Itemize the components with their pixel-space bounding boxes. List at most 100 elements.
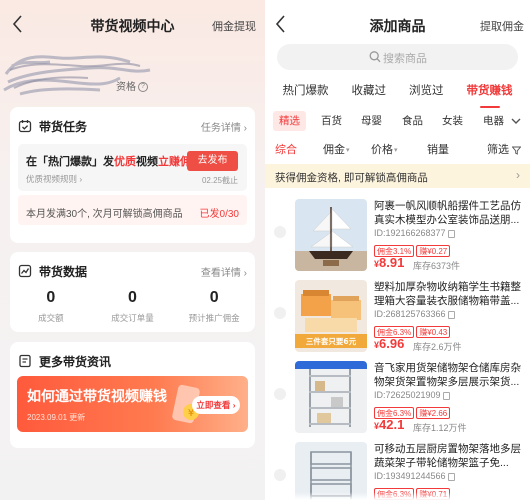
search-icon bbox=[369, 51, 381, 63]
howto-banner[interactable]: ¥ 如何通过带货视频赚钱 2023.09.01 更新 立即查看 › bbox=[17, 376, 248, 432]
product-item[interactable]: 三件套只要6元 塑料加厚杂物收纳箱学生书籍整理箱大容量装衣服储物箱带盖... I… bbox=[265, 274, 530, 354]
banner-date: 2023.09.01 更新 bbox=[27, 413, 86, 422]
stat-commission[interactable]: 0 预计推广佣金 bbox=[173, 288, 255, 328]
user-header: 资格? bbox=[0, 44, 265, 100]
copy-icon[interactable] bbox=[442, 391, 450, 400]
product-item[interactable]: 音飞家用货架储物架仓储库房杂物架货架置物架多层展示架货... ID:726250… bbox=[265, 355, 530, 435]
product-id: ID:72625021909 bbox=[374, 390, 450, 400]
task-deadline: 02.25截止 bbox=[201, 176, 238, 185]
product-id: ID:268125763366 bbox=[374, 309, 455, 319]
chevron-down-icon bbox=[511, 118, 521, 124]
copy-icon[interactable] bbox=[447, 229, 455, 238]
earn-tag: 赚¥0.43 bbox=[416, 326, 451, 338]
nav-bar: 添加商品 提取佣金 bbox=[265, 8, 530, 42]
product-source-tabs: 热门爆款 收藏过 浏览过 带货赚钱 bbox=[265, 80, 530, 108]
commission-tags: 佣金6.3% 赚¥2.66 bbox=[374, 403, 452, 419]
copy-icon[interactable] bbox=[447, 472, 455, 481]
category-selected[interactable]: 精选 bbox=[273, 111, 306, 131]
product-title: 音飞家用货架储物架仓储库房杂物架货架置物架多层展示架货... bbox=[374, 362, 521, 388]
document-icon bbox=[19, 354, 31, 368]
sales-data-card: 带货数据 查看详情 › 0 成交额 0 成交订单量 0 预计推广佣金 bbox=[10, 252, 255, 332]
stats-row: 0 成交额 0 成交订单量 0 预计推广佣金 bbox=[10, 288, 255, 328]
news-card-header: 更多带货资讯 bbox=[18, 352, 247, 370]
stat-gmv[interactable]: 0 成交额 bbox=[10, 288, 92, 328]
task-card-header: 带货任务 任务详情 › bbox=[18, 117, 247, 135]
product-item[interactable]: 阿裹一帆风顺帆船摆件工艺品仿真实木模型办公室装饰品送朋... ID:192166… bbox=[265, 193, 530, 273]
video-center-panel: 带货视频中心 佣金提现 资格? 带货任务 任务详情 › 在「热门爆款」发优质视频… bbox=[0, 0, 265, 500]
earn-tag: 赚¥2.66 bbox=[416, 407, 451, 419]
sort-sales[interactable]: 销量 bbox=[427, 141, 449, 157]
qualification-label[interactable]: 资格? bbox=[116, 78, 148, 93]
category-bar: 精选 百货 母婴 食品 女装 电器 bbox=[265, 109, 530, 133]
sort-price[interactable]: 价格▾ bbox=[371, 141, 398, 157]
category-baby[interactable]: 母婴 bbox=[361, 111, 382, 131]
sort-commission[interactable]: 佣金▾ bbox=[323, 141, 350, 157]
product-thumbnail-shelf bbox=[295, 361, 367, 433]
category-food[interactable]: 食品 bbox=[402, 111, 423, 131]
product-title: 塑料加厚杂物收纳箱学生书籍整理箱大容量装衣服储物箱带盖... bbox=[374, 281, 521, 307]
select-radio[interactable] bbox=[274, 226, 286, 238]
withdraw-commission-link[interactable]: 佣金提现 bbox=[212, 18, 256, 34]
select-radio[interactable] bbox=[274, 388, 286, 400]
category-women[interactable]: 女装 bbox=[442, 111, 463, 131]
calendar-check-icon bbox=[18, 120, 32, 133]
chevron-right-icon: › bbox=[516, 168, 520, 182]
notice-text: 获得佣金资格, 即可解锁高佣商品 bbox=[275, 172, 428, 184]
tab-favorites[interactable]: 收藏过 bbox=[352, 80, 387, 104]
commission-tags: 佣金6.3% 赚¥0.43 bbox=[374, 322, 452, 338]
stat-orders[interactable]: 0 成交订单量 bbox=[92, 288, 174, 328]
data-card-title: 带货数据 bbox=[39, 265, 88, 279]
filter-icon bbox=[511, 146, 522, 155]
product-title: 阿裹一帆风顺帆船摆件工艺品仿真实木模型办公室装饰品送朋... bbox=[374, 200, 521, 226]
view-details-link[interactable]: 查看详情 › bbox=[201, 264, 247, 279]
select-radio[interactable] bbox=[274, 469, 286, 481]
help-icon[interactable]: ? bbox=[138, 82, 148, 93]
commission-notice[interactable]: 获得佣金资格, 即可解锁高佣商品 › bbox=[265, 164, 530, 188]
earn-tag: 赚¥0.27 bbox=[416, 245, 451, 257]
tab-browsed[interactable]: 浏览过 bbox=[409, 80, 444, 104]
task-progress-count: 已发0/30 bbox=[199, 209, 239, 220]
extract-commission-link[interactable]: 提取佣金 bbox=[480, 18, 524, 34]
quality-video-rules-link[interactable]: 优质视频规则 › bbox=[26, 173, 82, 185]
commission-tags: 佣金3.1% 赚¥0.27 bbox=[374, 241, 452, 257]
data-card-header: 带货数据 查看详情 › bbox=[18, 262, 247, 280]
product-stock: 库存2.6万件 bbox=[413, 342, 462, 352]
filter-button[interactable]: 筛选 bbox=[487, 141, 522, 157]
publish-button[interactable]: 去发布 bbox=[187, 151, 238, 171]
add-product-panel: 添加商品 提取佣金 搜索商品 热门爆款 收藏过 浏览过 带货赚钱 精选 百货 母… bbox=[265, 0, 530, 500]
product-price: ¥8.91 bbox=[374, 255, 405, 270]
product-title: 可移动五层厨房置物架落地多层蔬菜架子带轮储物架篮子免... bbox=[374, 443, 521, 469]
thumbnail-label: 三件套只要6元 bbox=[306, 336, 357, 346]
select-radio[interactable] bbox=[274, 307, 286, 319]
news-card: 更多带货资讯 ¥ 如何通过带货视频赚钱 2023.09.01 更新 立即查看 › bbox=[10, 342, 255, 448]
search-input[interactable]: 搜索商品 bbox=[277, 44, 518, 70]
banner-title: 如何通过带货视频赚钱 bbox=[27, 388, 167, 404]
task-description: 在「热门爆款」发优质视频立赚佣金 bbox=[26, 156, 202, 168]
task-details-link[interactable]: 任务详情 › bbox=[201, 119, 247, 134]
product-id: ID:192166268377 bbox=[374, 228, 455, 238]
category-general[interactable]: 百货 bbox=[321, 111, 342, 131]
task-unlock-note: 本月发满30个, 次月可解锁高佣商品 bbox=[26, 209, 183, 220]
sort-bar: 综合 佣金▾ 价格▾ 销量 筛选 bbox=[265, 138, 530, 160]
task-card: 带货任务 任务详情 › 在「热门爆款」发优质视频立赚佣金 优质视频规则 › 去发… bbox=[10, 107, 255, 243]
task-card-title: 带货任务 bbox=[39, 120, 88, 134]
view-now-button[interactable]: 立即查看 › bbox=[192, 396, 240, 414]
search-placeholder: 搜索商品 bbox=[383, 53, 427, 65]
category-more[interactable] bbox=[506, 112, 526, 130]
product-stock: 库存6373件 bbox=[413, 261, 461, 271]
category-appliance[interactable]: 电器 bbox=[483, 111, 504, 131]
product-stock: 库存1.12万件 bbox=[413, 423, 467, 433]
scroll-fade bbox=[265, 492, 530, 500]
product-id: ID:193491244566 bbox=[374, 471, 455, 481]
product-price: ¥42.1 bbox=[374, 417, 405, 432]
copy-icon[interactable] bbox=[447, 310, 455, 319]
task-item: 在「热门爆款」发优质视频立赚佣金 优质视频规则 › 去发布 02.25截止 bbox=[18, 144, 247, 191]
product-price: ¥6.96 bbox=[374, 336, 405, 351]
chart-icon bbox=[18, 264, 32, 278]
sort-caret-icon: ▾ bbox=[346, 147, 350, 155]
tab-earn[interactable]: 带货赚钱 bbox=[467, 80, 513, 108]
sort-comprehensive[interactable]: 综合 bbox=[275, 141, 297, 157]
product-thumbnail-storage-box: 三件套只要6元 bbox=[295, 280, 367, 352]
product-item[interactable]: 可移动五层厨房置物架落地多层蔬菜架子带轮储物架篮子免... ID:1934912… bbox=[265, 436, 530, 500]
tab-hot[interactable]: 热门爆款 bbox=[283, 80, 329, 104]
